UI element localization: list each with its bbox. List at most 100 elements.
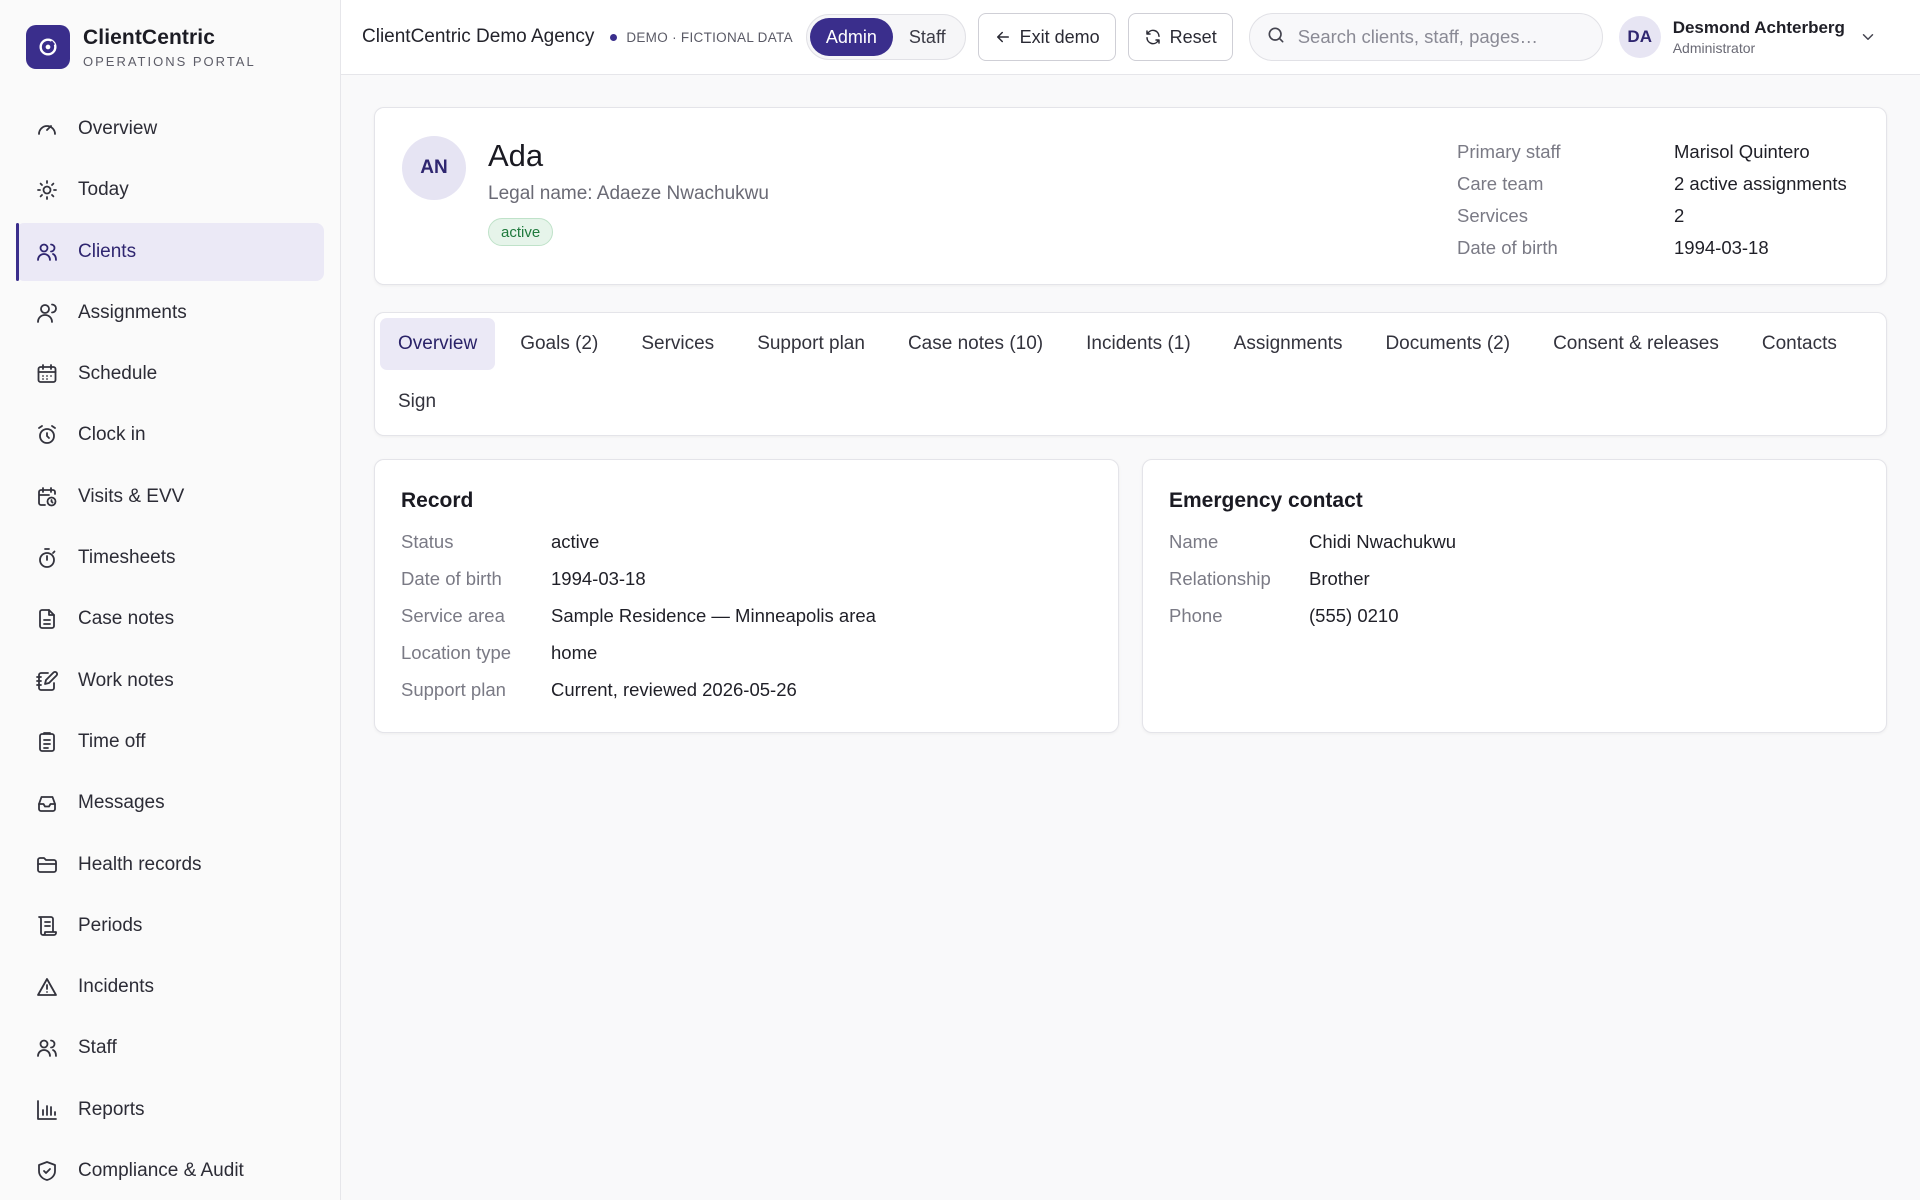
sidebar-nav: Overview Today Clients Assignments Schedule C… — [0, 94, 340, 1200]
users-icon — [35, 240, 59, 264]
refresh-icon — [1144, 28, 1162, 46]
sidebar-item-visits-and-evv[interactable]: Visits & EVV — [16, 468, 324, 526]
sidebar-item-today[interactable]: Today — [16, 161, 324, 219]
search-input[interactable] — [1297, 26, 1578, 48]
sidebar-item-label: Work notes — [78, 669, 174, 691]
sidebar-item-case-notes[interactable]: Case notes — [16, 590, 324, 648]
detail-value: Chidi Nwachukwu — [1309, 530, 1457, 552]
emergency-contact-card: Emergency contact Name Chidi Nwachukwu Rel… — [1142, 459, 1887, 733]
status-badge: active — [488, 218, 554, 246]
sidebar-item-reports[interactable]: Reports — [16, 1081, 324, 1139]
detail-row-name: Name Chidi Nwachukwu — [1169, 523, 1860, 560]
sidebar-item-label: Overview — [78, 118, 158, 139]
brand[interactable]: ClientCentric OPERATIONS PORTAL — [0, 0, 340, 94]
sidebar-item-label: Visits & EVV — [78, 485, 185, 507]
sidebar-item-assignments[interactable]: Assignments — [16, 284, 324, 342]
detail-cards: Record Status active Date of birth 1994-03-… — [374, 459, 1887, 733]
topbar: ClientCentric Demo Agency DEMO · FICTION… — [341, 0, 1920, 75]
chevron-down-icon — [1859, 28, 1877, 46]
sidebar-item-periods[interactable]: Periods — [16, 897, 324, 955]
sidebar-item-label: Reports — [78, 1098, 145, 1120]
users-icon — [35, 1036, 59, 1060]
tab-services[interactable]: Services — [623, 318, 732, 370]
tab-sign[interactable]: Sign — [380, 376, 454, 428]
search-box — [1248, 13, 1603, 61]
content: AN Ada Legal name: Adaeze Nwachukwu acti… — [341, 75, 1920, 733]
sidebar-item-clients[interactable]: Clients — [16, 222, 324, 281]
sidebar-item-work-notes[interactable]: Work notes — [16, 652, 324, 710]
sidebar-item-staff[interactable]: Staff — [16, 1019, 324, 1077]
meta-value: 2 active assignments — [1674, 173, 1847, 194]
sidebar-item-label: Timesheets — [78, 547, 176, 569]
reset-button[interactable]: Reset — [1127, 13, 1233, 61]
detail-row-service-area: Service area Sample Residence — Minneapol… — [401, 597, 1092, 634]
tab-case-notes-10[interactable]: Case notes (10) — [890, 318, 1061, 370]
tab-contacts[interactable]: Contacts — [1744, 318, 1855, 370]
detail-value: (555) 0210 — [1309, 604, 1399, 626]
sidebar-item-overview[interactable]: Overview — [16, 100, 324, 158]
sidebar-item-label: Case notes — [78, 608, 175, 630]
detail-label: Service area — [401, 604, 505, 626]
sidebar-item-label: Compliance & Audit — [78, 1160, 244, 1182]
detail-row-phone: Phone (555) 0210 — [1169, 597, 1860, 634]
demo-dot-icon — [610, 33, 618, 41]
meta-value: Marisol Quintero — [1674, 141, 1810, 162]
sidebar-item-schedule[interactable]: Schedule — [16, 345, 324, 403]
user-role: Administrator — [1672, 40, 1756, 56]
tab-incidents-1[interactable]: Incidents (1) — [1068, 318, 1209, 370]
emergency-contact-title: Emergency contact — [1169, 489, 1363, 512]
client-tabs: Overview Goals (2) Services Support plan Cas… — [380, 318, 1881, 434]
sidebar-item-compliance-and-audit[interactable]: Compliance & Audit — [16, 1142, 324, 1200]
tab-support-plan[interactable]: Support plan — [739, 318, 883, 370]
folder-icon — [35, 853, 59, 877]
tab-consent-and-releases[interactable]: Consent & releases — [1535, 318, 1737, 370]
exit-demo-label: Exit demo — [1019, 26, 1100, 47]
sidebar-item-messages[interactable]: Messages — [16, 774, 324, 832]
sidebar-item-label: Staff — [78, 1037, 117, 1059]
user-name: Desmond Achterberg — [1672, 18, 1845, 37]
detail-row-relationship: Relationship Brother — [1169, 560, 1860, 597]
detail-label: Phone — [1169, 604, 1223, 626]
role-staff-button[interactable]: Staff — [893, 18, 962, 56]
detail-label: Date of birth — [401, 567, 502, 589]
client-meta: Primary staff Marisol Quintero Care team… — [1457, 136, 1847, 264]
meta-services: Services 2 — [1457, 200, 1847, 232]
alarm-clock-icon — [35, 423, 59, 447]
detail-value: Sample Residence — Minneapolis area — [551, 604, 876, 626]
sidebar-item-label: Time off — [78, 730, 146, 752]
detail-row-support-plan: Support plan Current, reviewed 2026-05-26 — [401, 671, 1092, 708]
sidebar-item-time-off[interactable]: Time off — [16, 713, 324, 771]
sidebar-item-label: Clock in — [78, 424, 146, 446]
brand-logo-icon — [26, 25, 70, 69]
detail-row-location-type: Location type home — [401, 634, 1092, 671]
sidebar-item-incidents[interactable]: Incidents — [16, 958, 324, 1016]
record-title: Record — [401, 489, 474, 512]
tab-overview[interactable]: Overview — [380, 318, 496, 370]
meta-value: 2 — [1674, 205, 1685, 226]
sidebar-item-clock-in[interactable]: Clock in — [16, 406, 324, 464]
detail-label: Support plan — [401, 678, 506, 700]
sidebar-item-label: Periods — [78, 914, 143, 936]
meta-label: Services — [1457, 205, 1528, 226]
agency-name: ClientCentric Demo Agency — [362, 26, 595, 47]
meta-primary-staff: Primary staff Marisol Quintero — [1457, 136, 1847, 168]
user-menu[interactable]: DA Desmond Achterberg Administrator — [1618, 16, 1877, 58]
user-link-icon — [35, 301, 59, 325]
app-shell: ClientCentric OPERATIONS PORTAL Overview… — [0, 0, 1920, 1200]
tab-goals-2[interactable]: Goals (2) — [502, 318, 616, 370]
exit-demo-button[interactable]: Exit demo — [977, 13, 1116, 61]
notebook-pen-icon — [35, 669, 59, 693]
sidebar-item-label: Messages — [78, 792, 165, 814]
sidebar-item-timesheets[interactable]: Timesheets — [16, 529, 324, 587]
role-admin-button[interactable]: Admin — [809, 18, 893, 56]
meta-care-team: Care team 2 active assignments — [1457, 168, 1847, 200]
calendar-clock-icon — [35, 485, 59, 509]
meta-label: Care team — [1457, 173, 1544, 194]
sidebar-item-health-records[interactable]: Health records — [16, 836, 324, 894]
search-icon — [1266, 25, 1286, 50]
reset-label: Reset — [1169, 26, 1217, 47]
tab-assignments[interactable]: Assignments — [1216, 318, 1361, 370]
tab-documents-2[interactable]: Documents (2) — [1367, 318, 1528, 370]
meta-label: Date of birth — [1457, 237, 1558, 258]
sidebar-item-label: Assignments — [78, 301, 187, 323]
